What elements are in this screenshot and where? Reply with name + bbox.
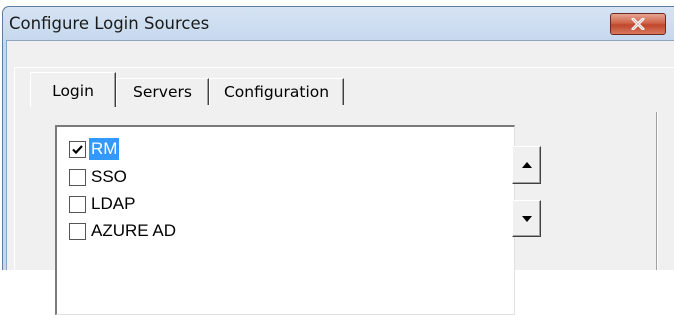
close-button[interactable]	[610, 13, 666, 35]
move-up-button[interactable]	[512, 146, 541, 184]
azure-ad-checkbox[interactable]	[69, 222, 86, 240]
tab-configuration-label: Configuration	[223, 83, 330, 101]
tab-login-label: Login	[52, 82, 94, 100]
login-sources-list[interactable]: RM SSO LDAP AZURE AD	[55, 125, 515, 315]
list-item-label: SSO	[91, 167, 127, 186]
tab-servers-label: Servers	[133, 83, 192, 101]
rm-checkbox[interactable]	[69, 140, 86, 158]
sso-checkbox[interactable]	[69, 168, 86, 186]
window-title: Configure Login Sources	[9, 14, 210, 33]
arrow-down-icon	[521, 215, 532, 222]
list-item-ldap[interactable]: LDAP	[69, 191, 137, 217]
checkmark-icon	[72, 144, 83, 154]
ldap-checkbox[interactable]	[69, 195, 86, 213]
group-divider	[656, 112, 658, 270]
list-item-rm[interactable]: RM	[69, 136, 120, 162]
list-item-label: AZURE AD	[91, 221, 177, 240]
list-item-label: LDAP	[91, 194, 136, 213]
move-down-button[interactable]	[512, 200, 541, 237]
tab-login[interactable]: Login	[30, 72, 116, 107]
close-icon	[631, 18, 645, 30]
tab-servers[interactable]: Servers	[116, 78, 209, 105]
list-item-label: RM	[89, 138, 120, 160]
tab-configuration[interactable]: Configuration	[209, 78, 344, 105]
arrow-up-icon	[521, 162, 532, 168]
list-item-azure-ad[interactable]: AZURE AD	[69, 218, 178, 244]
list-item-sso[interactable]: SSO	[69, 164, 129, 190]
